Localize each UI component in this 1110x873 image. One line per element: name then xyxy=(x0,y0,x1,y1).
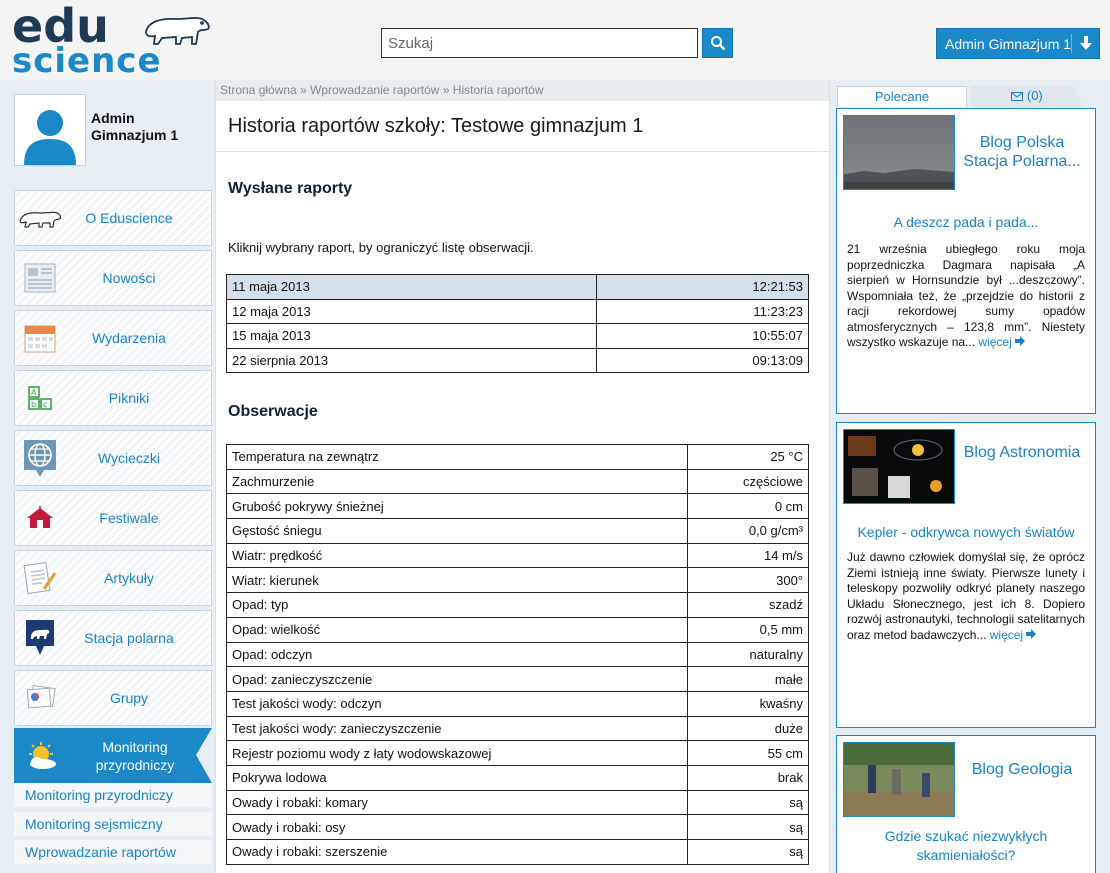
arrow-right-icon xyxy=(1015,335,1026,349)
table-row: Gęstość śniegu 0,0 g/cm³ xyxy=(226,518,809,544)
tent-icon xyxy=(15,490,65,546)
subnav-wprowadzanie-raportow[interactable]: Wprowadzanie raportów xyxy=(14,840,212,864)
sun-cloud-icon xyxy=(14,741,70,771)
table-row: Opad: wielkość 0,5 mm xyxy=(226,616,809,643)
report-row[interactable]: 12 maja 2013 11:23:23 xyxy=(226,298,810,324)
post-title[interactable]: A deszcz pada i pada... xyxy=(837,213,1095,232)
svg-text:science: science xyxy=(12,41,162,76)
nav-item-festiwale[interactable]: Festiwale xyxy=(14,490,212,546)
blog-thumbnail[interactable] xyxy=(843,115,955,190)
search-input[interactable] xyxy=(381,28,698,58)
report-row[interactable]: 22 sierpnia 2013 09:13:09 xyxy=(226,347,810,373)
blog-name[interactable]: Blog Astronomia xyxy=(961,443,1083,462)
blog-card: Blog Geologia Gdzie szukać niezwykłych s… xyxy=(836,735,1096,873)
search-button[interactable] xyxy=(702,28,733,58)
map-pin-bear-icon xyxy=(15,610,65,666)
subnav-monitoring-przyrodniczy[interactable]: Monitoring przyrodniczy xyxy=(14,783,212,807)
nav-item-wydarzenia[interactable]: Wydarzenia xyxy=(14,310,212,366)
post-title[interactable]: Kepler - odkrywca nowych światów xyxy=(837,523,1095,542)
download-arrow-icon xyxy=(1080,35,1092,54)
post-excerpt: 21 września ubiegłego roku moja poprzedn… xyxy=(847,242,1085,349)
user-profile: Admin Gimnazjum 1 xyxy=(14,94,214,166)
nav-item-o-eduscience[interactable]: O Eduscience xyxy=(14,190,212,246)
table-row: Wiatr: prędkość 14 m/s xyxy=(226,542,809,569)
blog-card: Blog Astronomia Kepler - odkrywca nowych… xyxy=(836,422,1096,728)
nav-item-artykuly[interactable]: Artykuły xyxy=(14,550,212,606)
table-row: Temperatura na zewnątrz 25 °C xyxy=(226,444,809,470)
newspaper-icon xyxy=(15,250,65,306)
post-title[interactable]: Gdzie szukać niezwykłych skamieniałości? xyxy=(837,827,1095,865)
nav-item-monitoring-przyrodniczy[interactable]: Monitoring przyrodniczy xyxy=(14,728,212,783)
report-row[interactable]: 15 maja 2013 10:55:07 xyxy=(226,323,810,349)
papers-icon xyxy=(15,670,65,726)
svg-text:b: b xyxy=(31,400,36,409)
table-row: Test jakości wody: zanieczyszczenie duże xyxy=(226,715,809,742)
blog-name[interactable]: Blog Polska Stacja Polarna... xyxy=(961,133,1083,171)
table-row: Test jakości wody: odczyn kwaśny xyxy=(226,690,809,717)
table-row: Grubość pokrywy śnieżnej 0 cm xyxy=(226,493,809,520)
reports-heading: Wysłane raporty xyxy=(228,180,353,197)
breadcrumb[interactable]: Strona główna » Wprowadzanie raportów » … xyxy=(216,80,829,101)
right-sidebar: Polecane (0) Blog Polska Stacja Polarna.… xyxy=(831,80,1110,873)
observations-heading: Obserwacje xyxy=(228,403,318,420)
blog-card: Blog Polska Stacja Polarna... A deszcz p… xyxy=(836,108,1096,414)
blog-name[interactable]: Blog Geologia xyxy=(961,760,1083,779)
table-row: Rejestr poziomu wody z łaty wodowskazowe… xyxy=(226,740,809,766)
subnav-monitoring-sejsmiczny[interactable]: Monitoring sejsmiczny xyxy=(14,812,212,836)
avatar[interactable] xyxy=(14,94,86,166)
document-icon xyxy=(15,550,65,606)
polar-bear-icon xyxy=(15,190,65,246)
table-row: Owady i robaki: osy są xyxy=(226,814,809,840)
svg-text:c: c xyxy=(43,400,47,409)
table-row: Pokrywa lodowa brak xyxy=(226,764,809,791)
header: edu science Admin Gimnazjum 1 xyxy=(0,0,1110,81)
blocks-icon: Abc xyxy=(15,370,65,426)
user-menu-label: Admin Gimnazjum 1 xyxy=(945,35,1072,52)
svg-text:A: A xyxy=(31,388,37,397)
tab-messages[interactable]: (0) xyxy=(971,86,1083,107)
search-icon xyxy=(710,36,725,51)
main-content: Strona główna » Wprowadzanie raportów » … xyxy=(215,80,830,873)
calendar-icon xyxy=(15,310,65,366)
messages-count: (0) xyxy=(1026,88,1043,103)
nav-item-nowosci[interactable]: Nowości xyxy=(14,250,212,306)
table-row: Owady i robaki: komary są xyxy=(226,789,809,816)
globe-icon xyxy=(15,430,65,486)
nav-item-stacja-polarna[interactable]: Stacja polarna xyxy=(14,610,212,666)
blog-thumbnail[interactable] xyxy=(843,429,955,504)
post-excerpt: Już dawno człowiek domyślał się, że opró… xyxy=(847,550,1085,642)
report-row[interactable]: 11 maja 2013 12:21:53 xyxy=(226,274,810,300)
eduscience-logo[interactable]: edu science xyxy=(12,0,217,81)
tab-polecane[interactable]: Polecane xyxy=(837,86,967,107)
table-row: Opad: zanieczyszczenie małe xyxy=(226,666,809,692)
table-row: Owady i robaki: szerszenie są xyxy=(226,839,809,865)
nav-item-wycieczki[interactable]: Wycieczki xyxy=(14,430,212,486)
more-link[interactable]: więcej xyxy=(990,628,1037,642)
reports-hint: Kliknij wybrany raport, by ograniczyć li… xyxy=(228,240,534,255)
envelope-icon xyxy=(1011,88,1024,103)
reports-table: 11 maja 2013 12:21:53 12 maja 2013 11:23:2… xyxy=(226,274,810,373)
left-sidebar: Admin Gimnazjum 1 O Eduscience Nowości W… xyxy=(0,80,214,873)
arrow-right-icon xyxy=(1026,628,1037,642)
more-link[interactable]: więcej xyxy=(978,335,1026,349)
user-menu-button[interactable]: Admin Gimnazjum 1 xyxy=(936,28,1100,59)
table-row: Zachmurzenie częściowe xyxy=(226,468,809,495)
table-row: Opad: odczyn naturalny xyxy=(226,641,809,668)
observations-table: Temperatura na zewnątrz 25 °C Zachmurzeni… xyxy=(226,444,809,865)
blog-thumbnail[interactable] xyxy=(843,742,955,817)
table-row: Opad: typ szadź xyxy=(226,592,809,618)
nav-item-pikniki[interactable]: Abc Pikniki xyxy=(14,370,212,426)
page-title: Historia raportów szkoły: Testowe gimnaz… xyxy=(216,101,829,152)
search-area xyxy=(381,28,733,58)
nav-item-grupy[interactable]: Grupy xyxy=(14,670,212,726)
table-row: Wiatr: kierunek 300° xyxy=(226,567,809,594)
profile-name: Admin Gimnazjum 1 xyxy=(91,110,179,143)
